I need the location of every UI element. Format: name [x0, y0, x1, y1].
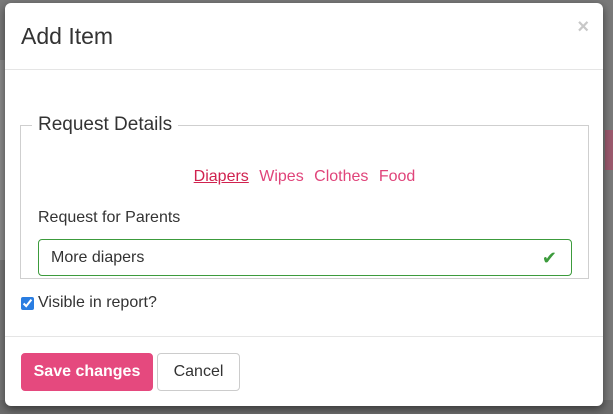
- request-for-parents-field-wrapper: ✔: [38, 239, 572, 276]
- visible-in-report-label: Visible in report?: [38, 294, 157, 311]
- modal-footer: Save changes Cancel: [5, 336, 603, 406]
- modal-title: Add Item: [21, 23, 114, 49]
- request-for-parents-label: Request for Parents: [38, 209, 181, 226]
- background-page-fragment: [605, 130, 613, 170]
- tag-clothes[interactable]: Clothes: [314, 168, 368, 185]
- tag-list: Diapers Wipes Clothes Food: [21, 168, 588, 186]
- cancel-button[interactable]: Cancel: [157, 353, 240, 391]
- request-details-fieldset: Request Details Diapers Wipes Clothes Fo…: [20, 114, 589, 279]
- request-details-legend: Request Details: [38, 114, 173, 135]
- save-changes-button[interactable]: Save changes: [21, 353, 153, 391]
- tag-diapers[interactable]: Diapers: [194, 168, 249, 185]
- tag-wipes[interactable]: Wipes: [259, 168, 303, 185]
- visible-in-report-checkbox[interactable]: [21, 296, 34, 310]
- tag-food[interactable]: Food: [379, 168, 415, 185]
- check-icon: ✔: [541, 248, 557, 268]
- add-item-modal: Add Item × Request Details Diapers Wipes…: [5, 3, 603, 406]
- close-icon[interactable]: ×: [577, 17, 589, 37]
- modal-header: Add Item ×: [5, 3, 603, 70]
- modal-body: Request Details Diapers Wipes Clothes Fo…: [5, 70, 603, 336]
- request-for-parents-input[interactable]: [39, 240, 529, 275]
- visible-in-report-row[interactable]: Visible in report?: [21, 294, 157, 312]
